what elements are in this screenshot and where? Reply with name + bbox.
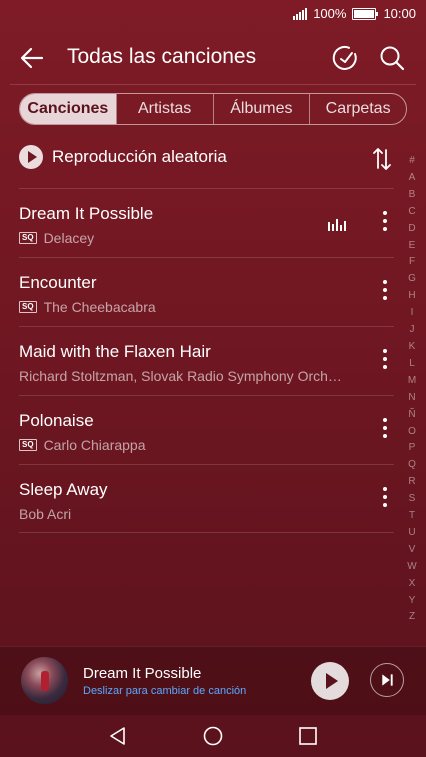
song-title: Polonaise (19, 411, 94, 430)
mini-player[interactable]: Dream It Possible Deslizar para cambiar … (0, 646, 426, 715)
alphabet-letter[interactable]: Z (405, 609, 419, 626)
more-vertical-icon[interactable] (382, 211, 388, 235)
sq-badge: SQ (19, 301, 37, 313)
song-title: Sleep Away (19, 480, 108, 499)
tab-canciones[interactable]: Canciones (20, 94, 116, 124)
sq-badge: SQ (19, 439, 37, 451)
battery-percent: 100% (313, 6, 347, 21)
song-row[interactable]: Maid with the Flaxen Hair Richard Stoltz… (19, 326, 394, 395)
more-vertical-icon[interactable] (382, 280, 388, 304)
alphabet-letter[interactable]: P (405, 440, 419, 457)
alphabet-letter[interactable]: N (405, 390, 419, 407)
song-artist: The Cheebacabra (43, 299, 156, 315)
song-row[interactable]: Dream It Possible SQ Delacey (19, 188, 394, 257)
page-title: Todas las canciones (67, 45, 257, 68)
more-vertical-icon[interactable] (382, 418, 388, 442)
song-artist: Richard Stoltzman, Slovak Radio Symphony… (19, 368, 342, 384)
song-artist: Bob Acri (19, 506, 72, 522)
battery-icon (352, 7, 379, 20)
clock: 10:00 (383, 6, 416, 21)
next-track-button[interactable] (370, 663, 404, 697)
mini-player-hint: Deslizar para cambiar de canción (83, 685, 247, 697)
alphabet-letter[interactable]: J (405, 322, 419, 339)
alphabet-letter[interactable]: Ñ (405, 407, 419, 424)
song-artist: Delacey (43, 230, 95, 246)
alphabet-letter[interactable]: T (405, 508, 419, 525)
timer-icon[interactable] (330, 43, 360, 73)
song-subtitle: Bob Acri (19, 506, 71, 522)
alphabet-letter[interactable]: B (405, 187, 419, 204)
song-title: Dream It Possible (19, 204, 154, 223)
shuffle-label: Reproducción aleatoria (52, 147, 227, 166)
song-row[interactable]: Encounter SQ The Cheebacabra (19, 257, 394, 326)
song-subtitle: SQ The Cheebacabra (19, 299, 156, 315)
song-subtitle: SQ Delacey (19, 230, 94, 246)
alphabet-letter[interactable]: L (405, 356, 419, 373)
back-arrow-icon[interactable] (18, 44, 46, 72)
alphabet-index[interactable]: # A B C D E F G H I J K L M N Ñ O P Q R S T U V W X Y Z (405, 153, 419, 626)
equalizer-icon (328, 219, 346, 231)
alphabet-letter[interactable]: # (405, 153, 419, 170)
status-bar-right: 100% 10:00 (293, 6, 416, 21)
shuffle-row[interactable]: Reproducción aleatoria (19, 140, 399, 174)
alphabet-letter[interactable]: S (405, 491, 419, 508)
alphabet-letter[interactable]: U (405, 525, 419, 542)
alphabet-letter[interactable]: E (405, 238, 419, 255)
alphabet-letter[interactable]: G (405, 271, 419, 288)
app-header: Todas las canciones (0, 30, 426, 84)
song-title: Maid with the Flaxen Hair (19, 342, 211, 361)
alphabet-letter[interactable]: O (405, 424, 419, 441)
song-row[interactable]: Polonaise SQ Carlo Chiarappa (19, 395, 394, 464)
nav-back-icon[interactable] (106, 724, 130, 748)
alphabet-letter[interactable]: Y (405, 593, 419, 610)
alphabet-letter[interactable]: K (405, 339, 419, 356)
status-bar: 100% 10:00 (0, 0, 426, 30)
alphabet-letter[interactable]: F (405, 254, 419, 271)
song-subtitle: Richard Stoltzman, Slovak Radio Symphony… (19, 368, 342, 384)
more-vertical-icon[interactable] (382, 487, 388, 511)
alphabet-letter[interactable]: Q (405, 457, 419, 474)
system-nav-bar (0, 714, 426, 757)
alphabet-letter[interactable]: D (405, 221, 419, 238)
alphabet-letter[interactable]: X (405, 576, 419, 593)
play-button[interactable] (311, 662, 349, 700)
header-divider (10, 84, 416, 85)
category-tabs: Canciones Artistas Álbumes Carpetas (19, 93, 407, 125)
alphabet-letter[interactable]: H (405, 288, 419, 305)
song-row[interactable]: Sleep Away Bob Acri (19, 464, 394, 533)
alphabet-letter[interactable]: A (405, 170, 419, 187)
tab-artistas[interactable]: Artistas (115, 94, 213, 124)
alphabet-letter[interactable]: W (405, 559, 419, 576)
nav-home-icon[interactable] (201, 724, 225, 748)
album-cover[interactable] (21, 657, 68, 704)
nav-recents-icon[interactable] (296, 724, 320, 748)
search-icon[interactable] (377, 43, 407, 73)
sq-badge: SQ (19, 232, 37, 244)
alphabet-letter[interactable]: R (405, 474, 419, 491)
alphabet-letter[interactable]: V (405, 542, 419, 559)
song-subtitle: SQ Carlo Chiarappa (19, 437, 146, 453)
alphabet-letter[interactable]: M (405, 373, 419, 390)
song-title: Encounter (19, 273, 97, 292)
song-artist: Carlo Chiarappa (43, 437, 146, 453)
song-list: Dream It Possible SQ Delacey Encounter S… (19, 188, 394, 533)
sort-icon[interactable] (371, 146, 393, 172)
tab-albumes[interactable]: Álbumes (212, 94, 310, 124)
mini-player-title: Dream It Possible (83, 665, 202, 682)
alphabet-letter[interactable]: C (405, 204, 419, 221)
more-vertical-icon[interactable] (382, 349, 388, 373)
tab-carpetas[interactable]: Carpetas (309, 94, 406, 124)
alphabet-letter[interactable]: I (405, 305, 419, 322)
shuffle-play-icon (19, 145, 43, 169)
signal-icon (293, 7, 308, 20)
